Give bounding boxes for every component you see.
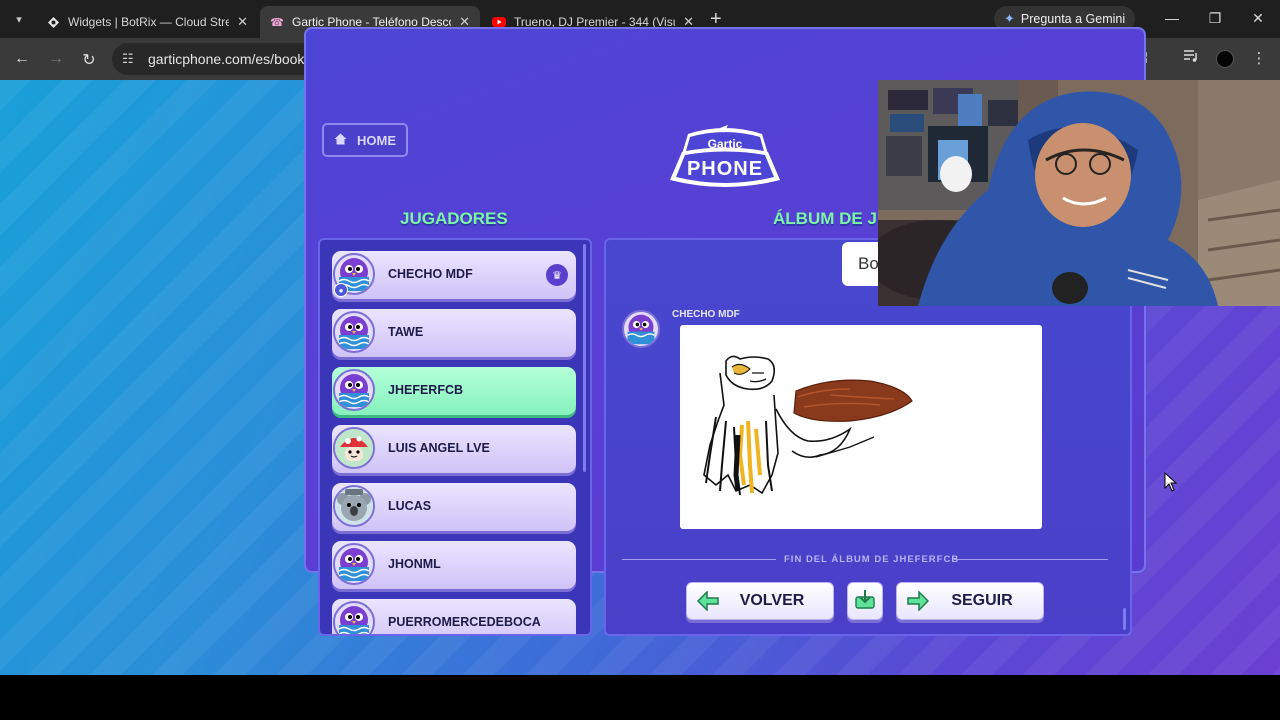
arrow-left-icon	[696, 590, 719, 612]
purple-bird-avatar	[333, 311, 375, 353]
gemini-label: Pregunta a Gemini	[1020, 12, 1126, 26]
album-scrollbar[interactable]	[1123, 608, 1126, 630]
profile-avatar[interactable]	[1216, 50, 1234, 68]
restore-button[interactable]: ❐	[1205, 10, 1225, 27]
drawing-canvas	[680, 325, 1042, 529]
webcam-overlay	[878, 80, 1280, 306]
player-card: LUCAS	[332, 483, 576, 531]
player-name: JHEFERFCB	[388, 383, 464, 397]
player-card-active: JHEFERFCB	[332, 367, 576, 415]
back-label: VOLVER	[739, 592, 805, 609]
close-window-button[interactable]: ✕	[1248, 10, 1268, 27]
player-card: TAWE	[332, 309, 576, 357]
arrow-right-icon	[907, 590, 930, 612]
minimize-button[interactable]: —	[1162, 10, 1182, 26]
home-button[interactable]: HOME	[322, 123, 408, 157]
gemini-icon: ✦	[1004, 11, 1015, 26]
gray-koala-avatar	[333, 485, 375, 527]
player-name: TAWE	[388, 325, 424, 339]
tab-search-button[interactable]: ▾	[8, 8, 30, 30]
drawing-author-name: CHECHO MDF	[672, 309, 740, 320]
divider	[622, 559, 776, 560]
botrix-icon	[46, 15, 60, 29]
player-card: PUERROMERCEDEBOCA	[332, 599, 576, 634]
player-card: ● CHECHO MDF ♛	[332, 251, 576, 299]
players-scrollbar[interactable]	[583, 244, 586, 472]
url-text: garticphone.com/es/book	[148, 51, 305, 67]
mushroom-avatar	[333, 427, 375, 469]
purple-bird-avatar	[333, 369, 375, 411]
player-card: JHONML	[332, 541, 576, 589]
site-info-icon[interactable]: ☷	[122, 51, 134, 67]
end-of-album-text: FIN DEL ÁLBUM DE JHEFERFCB	[784, 554, 960, 565]
close-icon[interactable]: ✕	[237, 14, 248, 30]
logo-bottom-text: PHONE	[687, 158, 763, 180]
new-tab-button[interactable]: +	[710, 9, 722, 29]
crown-icon: ♛	[546, 264, 568, 286]
players-panel: ● CHECHO MDF ♛ TAWE JHEFERFCB LUIS ANGEL…	[318, 238, 592, 636]
menu-dots-icon[interactable]: ⋮	[1249, 49, 1269, 67]
next-label: SEGUIR	[951, 592, 1013, 609]
gartic-phone-logo: Gartic PHONE	[668, 124, 782, 194]
album-title: ÁLBUM DE JI	[773, 209, 882, 228]
download-button[interactable]	[847, 582, 883, 620]
player-name: PUERROMERCEDEBOCA	[388, 615, 541, 629]
player-name: JHONML	[388, 557, 441, 571]
gartic-icon: ☎	[270, 16, 284, 29]
forward-arrow-icon[interactable]: →	[46, 50, 66, 68]
tab-title: Widgets | BotRix — Cloud Strea	[68, 15, 230, 29]
player-card: LUIS ANGEL LVE	[332, 425, 576, 473]
divider	[954, 559, 1108, 560]
next-button[interactable]: SEGUIR	[896, 582, 1044, 620]
player-name: CHECHO MDF	[388, 267, 473, 281]
back-arrow-icon[interactable]: ←	[12, 50, 32, 68]
host-icon: ●	[334, 283, 348, 297]
tab-botrix[interactable]: Widgets | BotRix — Cloud Strea ✕	[36, 6, 258, 38]
purple-bird-avatar	[333, 601, 375, 634]
logo-top-text: Gartic	[708, 137, 743, 151]
home-icon	[334, 133, 347, 148]
players-title: JUGADORES	[400, 209, 508, 228]
mouse-cursor-icon	[1164, 471, 1178, 492]
reload-icon[interactable]: ↻	[79, 50, 99, 70]
download-icon	[854, 589, 876, 614]
back-button[interactable]: VOLVER	[686, 582, 834, 620]
purple-bird-avatar	[622, 310, 660, 348]
home-label: HOME	[357, 132, 396, 148]
purple-bird-avatar	[333, 543, 375, 585]
letterbox-bar	[0, 675, 1280, 720]
media-control-icon[interactable]	[1181, 49, 1201, 67]
player-name: LUCAS	[388, 499, 432, 513]
player-name: LUIS ANGEL LVE	[388, 441, 490, 455]
